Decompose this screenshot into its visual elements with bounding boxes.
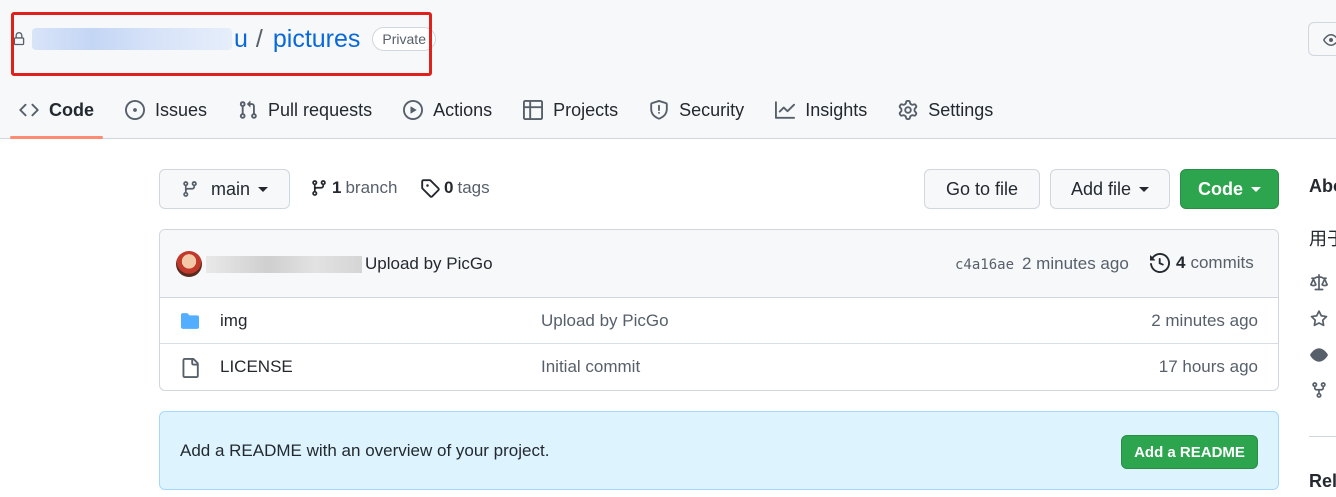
play-icon <box>403 100 424 120</box>
shield-icon <box>650 100 668 120</box>
folder-icon <box>181 313 199 329</box>
tab-insights[interactable]: Insights <box>764 90 878 130</box>
gear-icon <box>898 100 918 120</box>
code-button-label: Code <box>1198 178 1243 199</box>
tab-projects[interactable]: Projects <box>512 90 629 130</box>
latest-commit-bar: Upload by PicGo c4a16ae 2 minutes ago 4 … <box>160 230 1278 298</box>
releases-heading[interactable]: Rel <box>1309 471 1336 492</box>
repo-forked-icon[interactable] <box>1310 381 1328 399</box>
table-icon <box>523 100 544 120</box>
tag-icon <box>421 179 440 198</box>
issue-opened-icon <box>125 100 145 120</box>
git-branch-icon <box>312 180 326 196</box>
tab-label: Settings <box>928 99 994 120</box>
author-name-redacted[interactable] <box>206 256 362 273</box>
file-time: 17 hours ago <box>1158 357 1258 376</box>
repo-nav-tabs: Code Issues Pull requests Actions Projec… <box>8 90 1013 139</box>
law-icon[interactable] <box>1310 274 1328 292</box>
avatar[interactable] <box>176 251 202 277</box>
chevron-down-icon <box>258 186 268 192</box>
about-description: 用于 <box>1309 229 1336 249</box>
history-icon <box>1150 253 1170 273</box>
tab-code[interactable]: Code <box>8 90 105 139</box>
tab-label: Code <box>49 99 94 120</box>
code-button[interactable]: Code <box>1180 169 1279 209</box>
readme-prompt-text: Add a README with an overview of your pr… <box>180 441 550 460</box>
about-heading: Abo <box>1309 176 1336 196</box>
eye-icon <box>1323 34 1336 46</box>
watch-button[interactable] <box>1308 22 1336 56</box>
code-icon <box>19 103 39 117</box>
annotation-highlight-box <box>11 12 432 76</box>
graph-icon <box>775 101 796 119</box>
tags-link[interactable]: 0 tags <box>420 178 490 198</box>
branches-link[interactable]: 1 branch <box>310 178 397 198</box>
latest-commit-message[interactable]: Upload by PicGo <box>365 254 493 274</box>
file-name[interactable]: img <box>220 311 247 331</box>
tab-settings[interactable]: Settings <box>887 90 1004 130</box>
file-icon <box>182 358 199 378</box>
tab-label: Pull requests <box>268 99 373 120</box>
git-pull-request-icon <box>239 100 257 119</box>
branch-word: branch <box>345 178 398 197</box>
chevron-down-icon <box>1139 186 1150 192</box>
sidebar-divider <box>1309 436 1336 437</box>
file-name[interactable]: LICENSE <box>220 357 293 377</box>
readme-prompt-banner: Add a README with an overview of your pr… <box>159 411 1279 490</box>
tab-issues[interactable]: Issues <box>114 90 218 130</box>
git-branch-icon <box>183 181 197 197</box>
tab-security[interactable]: Security <box>638 90 755 130</box>
eye-icon[interactable] <box>1310 346 1328 364</box>
file-browser: Upload by PicGo c4a16ae 2 minutes ago 4 … <box>159 229 1279 391</box>
add-file-label: Add file <box>1070 178 1132 199</box>
tab-label: Security <box>679 99 745 120</box>
commit-count: 4 <box>1176 253 1186 272</box>
branch-count: 1 <box>332 178 342 197</box>
file-commit-message[interactable]: Upload by PicGo <box>541 311 669 331</box>
tab-label: Issues <box>155 99 208 120</box>
commit-sha[interactable]: c4a16ae <box>955 257 1014 273</box>
tab-actions[interactable]: Actions <box>392 90 503 130</box>
file-commit-message[interactable]: Initial commit <box>541 357 640 377</box>
tag-count: 0 <box>444 178 454 197</box>
go-to-file-label: Go to file <box>945 178 1019 199</box>
branch-name: main <box>210 178 250 199</box>
branch-select-button[interactable]: main <box>159 169 290 209</box>
commit-word: commits <box>1190 253 1254 272</box>
tab-label: Actions <box>433 99 493 120</box>
commit-time: 2 minutes ago <box>1022 254 1129 273</box>
commits-history-link[interactable]: 4 commits <box>1150 253 1254 273</box>
go-to-file-button[interactable]: Go to file <box>924 169 1040 209</box>
add-readme-button[interactable]: Add a README <box>1121 435 1258 469</box>
chevron-down-icon <box>1251 186 1261 192</box>
star-icon[interactable] <box>1310 310 1328 328</box>
file-time: 2 minutes ago <box>1151 311 1258 330</box>
tab-label: Projects <box>553 99 619 120</box>
add-file-button[interactable]: Add file <box>1050 169 1170 209</box>
tag-word: tags <box>457 178 490 197</box>
file-row[interactable]: LICENSE Initial commit 17 hours ago <box>160 344 1278 390</box>
tab-label: Insights <box>805 99 868 120</box>
tab-pull-requests[interactable]: Pull requests <box>227 90 383 130</box>
repo-header: u / pictures Private Code Issues Pull re… <box>0 0 1336 139</box>
file-row[interactable]: img Upload by PicGo 2 minutes ago <box>160 298 1278 344</box>
